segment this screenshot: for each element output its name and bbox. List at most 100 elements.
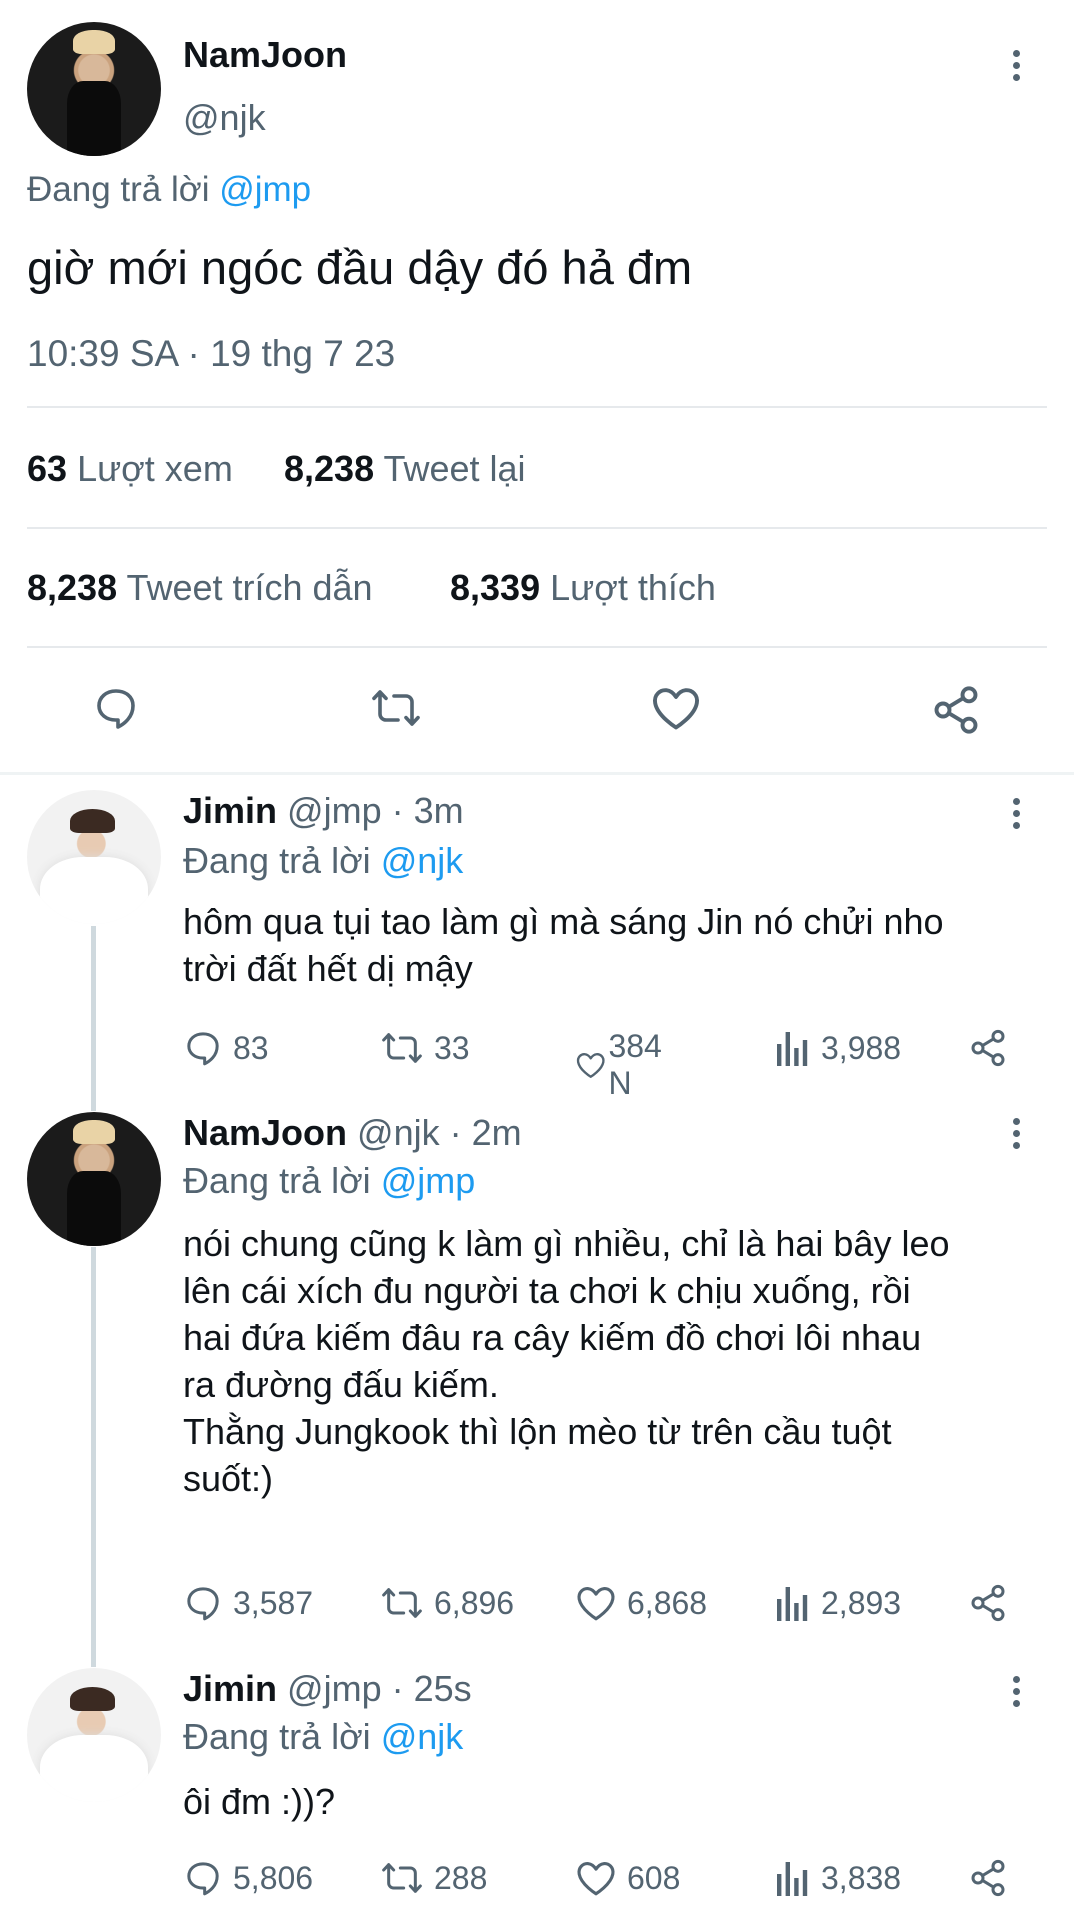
views-chart-icon bbox=[777, 1587, 808, 1621]
heart-icon bbox=[653, 688, 699, 730]
author-name[interactable]: NamJoon bbox=[183, 34, 347, 76]
retweets-stat[interactable]: 8,238 Tweet lại bbox=[284, 448, 526, 490]
tweet-timestamp[interactable]: 10:39 SA · 19 thg 7 23 bbox=[27, 333, 395, 375]
like-button[interactable]: 608 bbox=[575, 1858, 680, 1898]
views-stat: 63 Lượt xem bbox=[27, 448, 233, 490]
reply-author-handle[interactable]: @jmp bbox=[287, 1668, 382, 1709]
reply-button[interactable] bbox=[92, 684, 140, 737]
more-options-icon[interactable] bbox=[1013, 50, 1021, 84]
retweet-count: 288 bbox=[434, 1859, 488, 1896]
reply-count: 3,587 bbox=[233, 1584, 314, 1621]
replying-to: Đang trả lời @jmp bbox=[183, 1160, 475, 1202]
reply-author-handle[interactable]: @jmp bbox=[287, 790, 382, 831]
views-button[interactable]: 3,988 bbox=[775, 1028, 901, 1068]
replying-label: Đang trả lời bbox=[183, 1716, 371, 1757]
like-button[interactable]: 384 N bbox=[575, 1028, 672, 1102]
retweet-button[interactable]: 288 bbox=[380, 1858, 487, 1898]
thread-line bbox=[91, 926, 96, 1111]
avatar-jimin[interactable] bbox=[27, 1668, 161, 1802]
likes-count: 8,339 bbox=[450, 567, 541, 608]
share-button[interactable] bbox=[930, 684, 982, 741]
share-icon bbox=[971, 1859, 1005, 1897]
share-icon bbox=[971, 1029, 1005, 1067]
reply-time[interactable]: · 2m bbox=[450, 1112, 522, 1153]
retweet-button[interactable] bbox=[370, 684, 422, 737]
replying-to: Đang trả lời @jmp bbox=[27, 170, 311, 210]
author-handle[interactable]: @njk bbox=[183, 97, 266, 139]
replying-to-handle[interactable]: @njk bbox=[381, 840, 464, 881]
reply-author-name[interactable]: Jimin bbox=[183, 790, 277, 831]
reply-count: 83 bbox=[233, 1029, 269, 1066]
reply-icon bbox=[187, 1032, 219, 1066]
reply-author-handle[interactable]: @njk bbox=[357, 1112, 440, 1153]
reply-button[interactable]: 83 bbox=[183, 1028, 269, 1068]
reply-count: 5,806 bbox=[233, 1859, 314, 1896]
reply-text: nói chung cũng k làm gì nhiều, chỉ là ha… bbox=[183, 1223, 950, 1499]
replying-to-handle[interactable]: @jmp bbox=[381, 1160, 476, 1201]
divider bbox=[27, 527, 1047, 529]
reply-button[interactable]: 5,806 bbox=[183, 1858, 313, 1898]
likes-stat[interactable]: 8,339 Lượt thích bbox=[450, 567, 716, 609]
views-button[interactable]: 3,838 bbox=[775, 1858, 901, 1898]
retweet-button[interactable]: 33 bbox=[380, 1028, 470, 1068]
reply-header: Jimin @jmp · 3m bbox=[183, 790, 464, 832]
replying-to: Đang trả lời @njk bbox=[183, 1716, 463, 1758]
replying-label: Đang trả lời bbox=[183, 1160, 371, 1201]
thread-line bbox=[91, 1247, 96, 1667]
reply-author-name[interactable]: NamJoon bbox=[183, 1112, 347, 1153]
heart-icon bbox=[577, 1862, 615, 1896]
tweet-text: giờ mới ngóc đầu dậy đó hả đm bbox=[27, 241, 693, 294]
reply-icon bbox=[187, 1587, 219, 1621]
avatar-namjoon[interactable] bbox=[27, 1112, 161, 1246]
share-button[interactable] bbox=[968, 1858, 1008, 1898]
retweet-icon bbox=[382, 1588, 422, 1618]
retweet-count: 33 bbox=[434, 1029, 470, 1066]
more-options-icon[interactable] bbox=[1013, 1118, 1021, 1152]
like-button[interactable]: 6,868 bbox=[575, 1583, 707, 1623]
like-count: 6,868 bbox=[627, 1584, 708, 1621]
more-options-icon[interactable] bbox=[1013, 1676, 1021, 1710]
reply-text: hôm qua tụi tao làm gì mà sáng Jin nó ch… bbox=[183, 901, 944, 989]
view-count: 3,988 bbox=[821, 1029, 902, 1066]
retweet-button[interactable]: 6,896 bbox=[380, 1583, 514, 1623]
quotes-label: Tweet trích dẫn bbox=[126, 567, 373, 608]
reply-text: ôi đm :))? bbox=[183, 1781, 336, 1822]
divider bbox=[27, 406, 1047, 408]
views-chart-icon bbox=[777, 1032, 808, 1066]
share-button[interactable] bbox=[968, 1583, 1008, 1623]
replying-label: Đang trả lời bbox=[183, 840, 371, 881]
share-button[interactable] bbox=[968, 1028, 1008, 1068]
retweets-label: Tweet lại bbox=[383, 448, 526, 489]
views-button[interactable]: 2,893 bbox=[775, 1583, 901, 1623]
retweets-count: 8,238 bbox=[284, 448, 375, 489]
reply-time[interactable]: · 25s bbox=[392, 1668, 472, 1709]
heart-icon bbox=[577, 1587, 615, 1621]
reply-header: Jimin @jmp · 25s bbox=[183, 1668, 472, 1710]
replying-to-handle[interactable]: @njk bbox=[381, 1716, 464, 1757]
more-options-icon[interactable] bbox=[1013, 798, 1021, 832]
views-label: Lượt xem bbox=[77, 448, 233, 489]
replying-to-handle[interactable]: @jmp bbox=[219, 170, 311, 209]
reply-author-name[interactable]: Jimin bbox=[183, 1668, 277, 1709]
share-icon bbox=[934, 686, 978, 734]
like-count: 608 bbox=[627, 1859, 681, 1896]
section-divider bbox=[0, 772, 1074, 775]
quotes-count: 8,238 bbox=[27, 567, 118, 608]
like-button[interactable] bbox=[650, 684, 702, 737]
avatar-jimin[interactable] bbox=[27, 790, 161, 924]
quotes-stat[interactable]: 8,238 Tweet trích dẫn bbox=[27, 567, 373, 609]
views-chart-icon bbox=[777, 1862, 808, 1896]
retweet-icon bbox=[382, 1033, 422, 1063]
reply-time[interactable]: · 3m bbox=[392, 790, 464, 831]
retweet-count: 6,896 bbox=[434, 1584, 515, 1621]
view-count: 3,838 bbox=[821, 1859, 902, 1896]
retweet-icon bbox=[372, 690, 420, 726]
share-icon bbox=[971, 1584, 1005, 1622]
heart-icon bbox=[576, 1053, 605, 1078]
view-count: 2,893 bbox=[821, 1584, 902, 1621]
retweet-icon bbox=[382, 1863, 422, 1893]
reply-button[interactable]: 3,587 bbox=[183, 1583, 313, 1623]
likes-label: Lượt thích bbox=[550, 567, 716, 608]
avatar-namjoon[interactable] bbox=[27, 22, 161, 156]
reply-header: NamJoon @njk · 2m bbox=[183, 1112, 522, 1154]
